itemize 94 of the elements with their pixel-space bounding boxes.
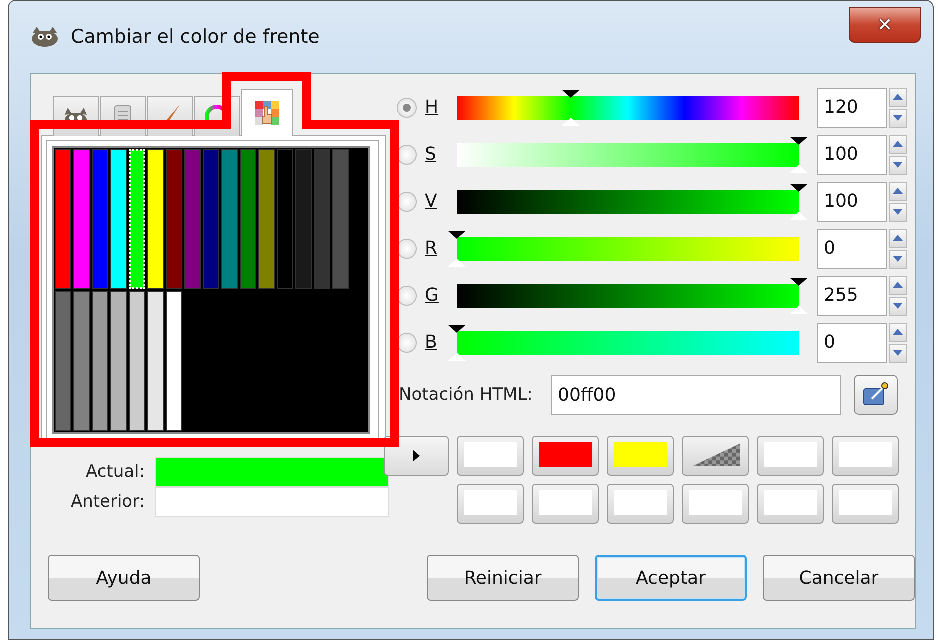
color-swatch[interactable] — [73, 291, 90, 431]
dialog-button[interactable]: Ayuda — [48, 555, 200, 602]
color-label: Actual: — [85, 462, 145, 482]
channel-label: B — [425, 332, 438, 353]
decrement-button[interactable] — [889, 108, 907, 128]
history-swatch[interactable] — [607, 436, 674, 476]
up-arrow-icon — [893, 235, 903, 241]
down-arrow-icon — [893, 256, 903, 262]
increment-button[interactable] — [889, 276, 907, 294]
up-arrow-icon — [893, 188, 903, 194]
history-swatch[interactable] — [832, 436, 899, 476]
color-swatch[interactable] — [276, 149, 294, 289]
color-swatch[interactable] — [258, 149, 275, 289]
slider-handle[interactable] — [790, 184, 808, 220]
color-swatch[interactable] — [166, 149, 182, 289]
color-swatch[interactable] — [92, 291, 108, 431]
color-swatch[interactable] — [110, 291, 127, 431]
channel-label: V — [425, 191, 438, 212]
color-swatch[interactable] — [128, 149, 146, 289]
palette-icon — [255, 101, 279, 125]
color-swatch[interactable] — [128, 291, 146, 431]
app-icon — [29, 25, 61, 49]
slider-handle[interactable] — [562, 90, 580, 126]
color-swatch[interactable] — [184, 149, 201, 289]
slider-handle[interactable] — [790, 136, 808, 172]
increment-button[interactable] — [889, 134, 907, 154]
hex-field[interactable]: 00ff00 — [551, 375, 841, 415]
color-swatch[interactable] — [55, 149, 72, 289]
color-swatch[interactable] — [92, 149, 108, 289]
channel-label: G — [425, 285, 440, 306]
color-swatch[interactable] — [314, 149, 330, 289]
slider-handle[interactable] — [790, 278, 808, 314]
decrement-button[interactable] — [889, 156, 907, 174]
up-arrow-icon — [893, 282, 903, 288]
decrement-button[interactable] — [889, 250, 907, 268]
value-field[interactable]: 120 — [817, 88, 887, 128]
history-swatch[interactable] — [532, 436, 599, 476]
color-swatch[interactable] — [295, 149, 312, 289]
up-arrow-icon — [893, 141, 903, 147]
increment-button[interactable] — [889, 182, 907, 200]
increment-button[interactable] — [889, 228, 907, 248]
triangle-icon — [413, 450, 420, 462]
value-field[interactable]: 100 — [817, 134, 887, 174]
value-field[interactable]: 255 — [817, 276, 887, 316]
history-swatch[interactable] — [532, 484, 599, 524]
history-swatch[interactable] — [757, 484, 824, 524]
increment-button[interactable] — [889, 322, 907, 342]
color-swatch[interactable] — [240, 149, 256, 289]
down-arrow-icon — [893, 209, 903, 215]
history-swatch[interactable] — [607, 484, 674, 524]
color-label: Anterior: — [70, 492, 145, 512]
decrement-button[interactable] — [889, 344, 907, 362]
tab[interactable] — [241, 89, 293, 136]
history-swatch[interactable] — [457, 484, 524, 524]
history-swatch[interactable] — [682, 484, 749, 524]
channel-label: H — [425, 97, 440, 118]
history-swatch[interactable] — [457, 436, 524, 476]
down-arrow-icon — [893, 303, 903, 309]
expand-button[interactable] — [384, 436, 449, 476]
html-label: Notación HTML: — [399, 385, 534, 405]
value-field[interactable]: 0 — [817, 228, 887, 268]
down-arrow-icon — [893, 350, 903, 356]
color-swatch[interactable] — [166, 291, 182, 431]
radio-button[interactable] — [397, 98, 417, 118]
up-arrow-icon — [893, 94, 903, 100]
increment-button[interactable] — [889, 88, 907, 106]
channel-label: R — [425, 238, 439, 259]
color-swatch[interactable] — [110, 149, 127, 289]
up-arrow-icon — [893, 329, 903, 335]
color-swatch[interactable] — [221, 149, 238, 289]
history-swatch[interactable] — [757, 436, 824, 476]
color-swatch[interactable] — [73, 149, 90, 289]
decrement-button[interactable] — [889, 296, 907, 316]
color-swatch[interactable] — [332, 149, 349, 289]
dialog-button[interactable]: Reiniciar — [427, 555, 579, 602]
history-swatch[interactable] — [832, 484, 899, 524]
down-arrow-icon — [893, 162, 903, 168]
dialog-button[interactable]: Cancelar — [763, 555, 915, 602]
window-title: Cambiar el color de frente — [71, 26, 320, 48]
decrement-button[interactable] — [889, 202, 907, 222]
color-swatch[interactable] — [55, 291, 72, 431]
history-swatch[interactable] — [682, 436, 749, 476]
color-swatch[interactable] — [202, 149, 220, 289]
slider-handle[interactable] — [448, 324, 466, 360]
value-field[interactable]: 100 — [817, 182, 887, 222]
channel-label: S — [425, 144, 438, 165]
eyedropper-button[interactable] — [854, 375, 898, 415]
color-swatch[interactable] — [147, 149, 164, 289]
dialog-button[interactable]: Aceptar — [595, 555, 747, 602]
close-button[interactable]: ✕ — [849, 7, 921, 43]
value-field[interactable]: 0 — [817, 322, 887, 362]
down-arrow-icon — [893, 115, 903, 121]
color-swatch[interactable] — [147, 291, 164, 431]
slider-handle[interactable] — [448, 230, 466, 266]
